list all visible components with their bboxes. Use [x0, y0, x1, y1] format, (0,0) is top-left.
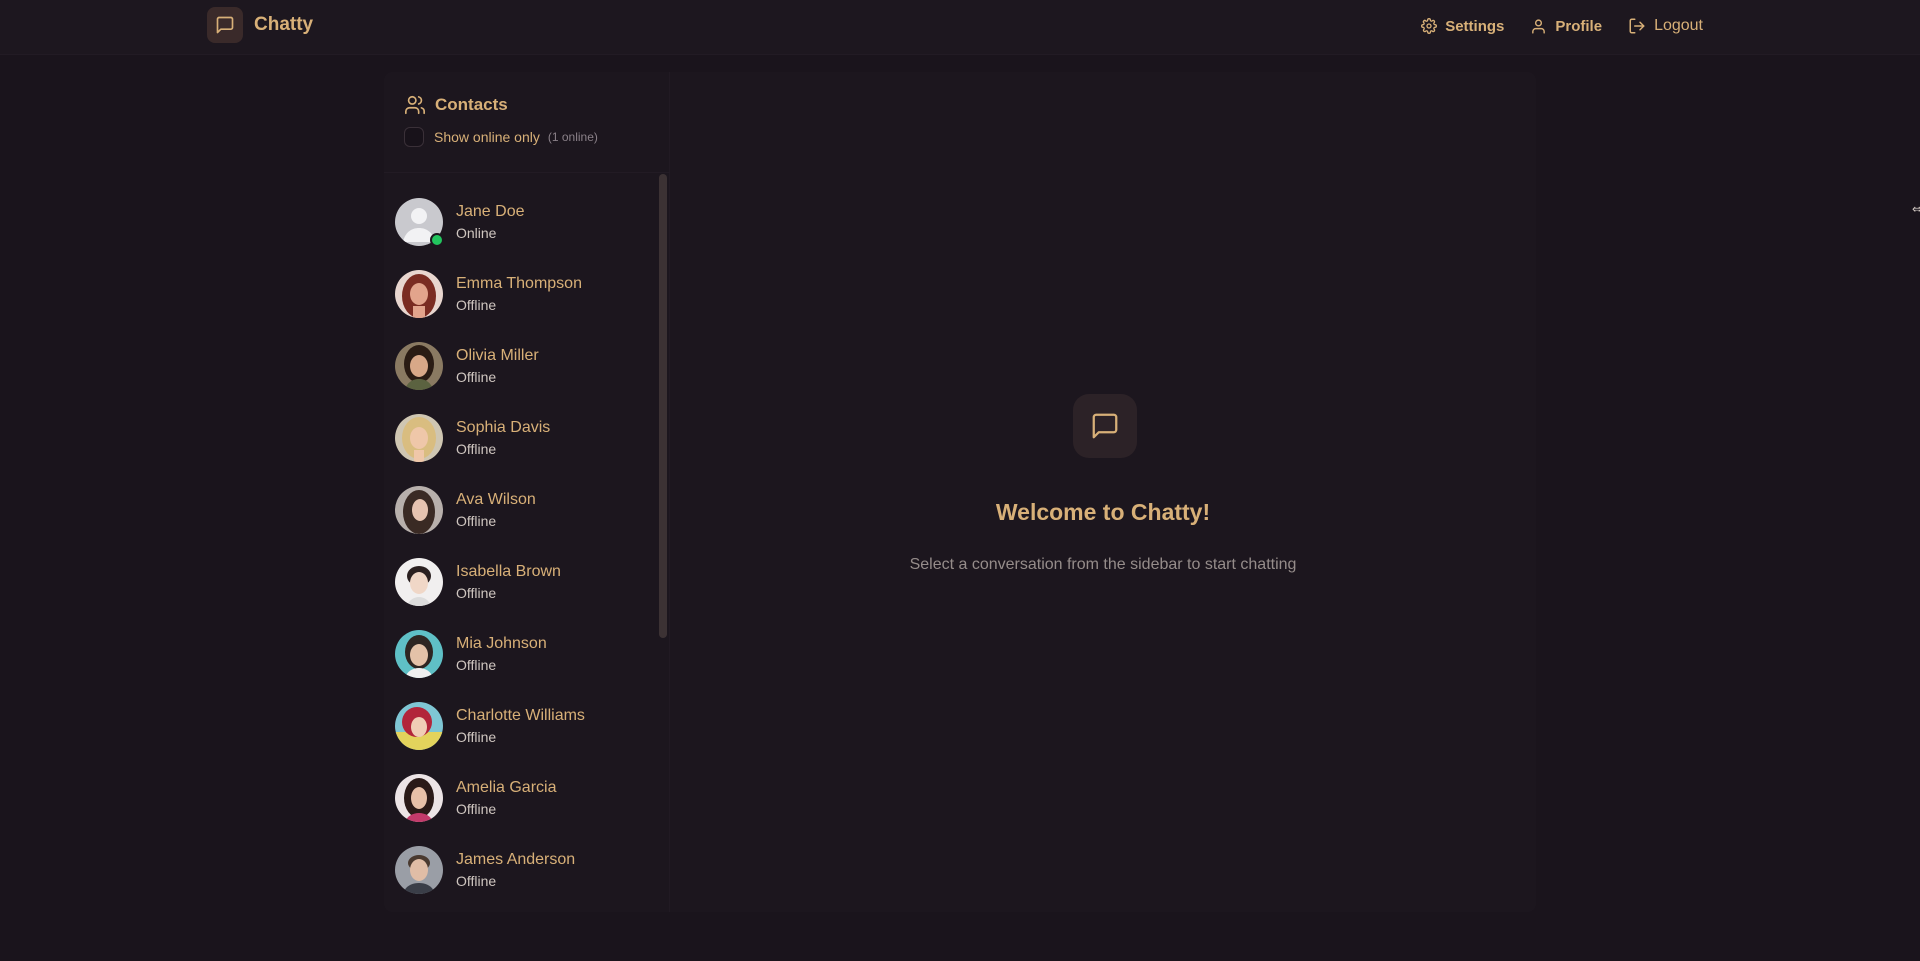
settings-button[interactable]: Settings — [1411, 13, 1514, 39]
logout-icon — [1629, 18, 1645, 34]
contacts-title: Contacts — [404, 94, 598, 116]
logout-button[interactable]: Logout — [1618, 13, 1713, 39]
logout-label: Logout — [1654, 17, 1703, 34]
contact-item[interactable]: Jane Doe Online — [384, 186, 670, 258]
welcome-panel: Welcome to Chatty! Select a conversation… — [670, 72, 1536, 912]
contact-item[interactable]: Sophia Davis Offline — [384, 402, 670, 474]
sidebar-header: Contacts Show online only (1 online) — [404, 94, 598, 147]
contact-item[interactable]: Emma Thompson Offline — [384, 258, 670, 330]
users-icon — [405, 95, 425, 115]
avatar — [395, 702, 443, 750]
avatar — [395, 558, 443, 606]
contact-name: Isabella Brown — [456, 563, 561, 580]
contact-item[interactable]: Amelia Garcia Offline — [384, 762, 670, 834]
avatar — [395, 486, 443, 534]
contact-item[interactable]: Olivia Miller Offline — [384, 330, 670, 402]
contact-name: Mia Johnson — [456, 635, 547, 652]
settings-label: Settings — [1445, 17, 1505, 35]
contact-item[interactable]: James Anderson Offline — [384, 834, 670, 906]
chat-container: Contacts Show online only (1 online) Jan… — [384, 72, 1536, 912]
app-window: Chatty Settings Profile Logout Contacts … — [0, 0, 1920, 961]
contact-status: Offline — [456, 801, 497, 817]
top-navbar: Chatty Settings Profile Logout — [0, 0, 1920, 55]
contact-name: Jane Doe — [456, 203, 525, 220]
contact-name: Emma Thompson — [456, 275, 582, 292]
gear-icon — [1421, 18, 1438, 34]
contact-status: Offline — [456, 657, 497, 673]
contact-name: Olivia Miller — [456, 347, 539, 364]
contact-status: Offline — [456, 297, 497, 313]
welcome-subtitle: Select a conversation from the sidebar t… — [909, 556, 1297, 573]
contact-item[interactable]: Charlotte Williams Offline — [384, 690, 670, 762]
contact-name: Sophia Davis — [456, 419, 551, 436]
online-indicator — [430, 233, 444, 247]
contact-item[interactable]: Mia Johnson Offline — [384, 618, 670, 690]
avatar — [395, 846, 443, 894]
divider — [384, 172, 670, 173]
contact-list: Jane Doe Online Emma Thompson Offline Ol… — [384, 186, 670, 906]
contact-status: Offline — [456, 729, 497, 745]
contact-name: Ava Wilson — [456, 491, 536, 508]
avatar — [395, 342, 443, 390]
welcome-title: Welcome to Chatty! — [995, 499, 1211, 525]
avatar — [395, 414, 443, 462]
app-name: Chatty — [254, 14, 314, 35]
contact-status: Offline — [456, 513, 497, 529]
show-online-checkbox[interactable] — [404, 127, 424, 147]
contact-item[interactable]: Isabella Brown Offline — [384, 546, 670, 618]
contact-name: Amelia Garcia — [456, 779, 557, 796]
contact-item[interactable]: Ava Wilson Offline — [384, 474, 670, 546]
sidebar-scrollbar[interactable] — [659, 174, 667, 638]
user-icon — [1532, 18, 1546, 34]
contacts-sidebar: Contacts Show online only (1 online) Jan… — [384, 72, 670, 912]
online-count: (1 online) — [547, 130, 598, 144]
contact-name: James Anderson — [456, 851, 576, 868]
resize-cursor-icon: ⇔ — [1912, 202, 1920, 216]
profile-label: Profile — [1555, 17, 1603, 35]
contact-name: Charlotte Williams — [456, 707, 585, 724]
avatar — [395, 630, 443, 678]
avatar — [395, 270, 443, 318]
contact-status: Offline — [456, 873, 497, 889]
online-filter: Show online only (1 online) — [404, 127, 598, 147]
contact-status: Online — [456, 225, 497, 241]
brand[interactable]: Chatty — [207, 7, 313, 43]
chat-bubble-icon — [207, 7, 243, 43]
nav-actions: Settings Profile Logout — [1411, 13, 1713, 39]
chat-bubble-icon — [1073, 394, 1137, 458]
contacts-title-label: Contacts — [435, 95, 508, 114]
contact-status: Offline — [456, 369, 497, 385]
show-online-label[interactable]: Show online only — [434, 129, 540, 145]
profile-button[interactable]: Profile — [1520, 13, 1612, 39]
avatar — [395, 198, 444, 247]
avatar — [395, 774, 443, 822]
contact-status: Offline — [456, 441, 497, 457]
contact-status: Offline — [456, 585, 497, 601]
